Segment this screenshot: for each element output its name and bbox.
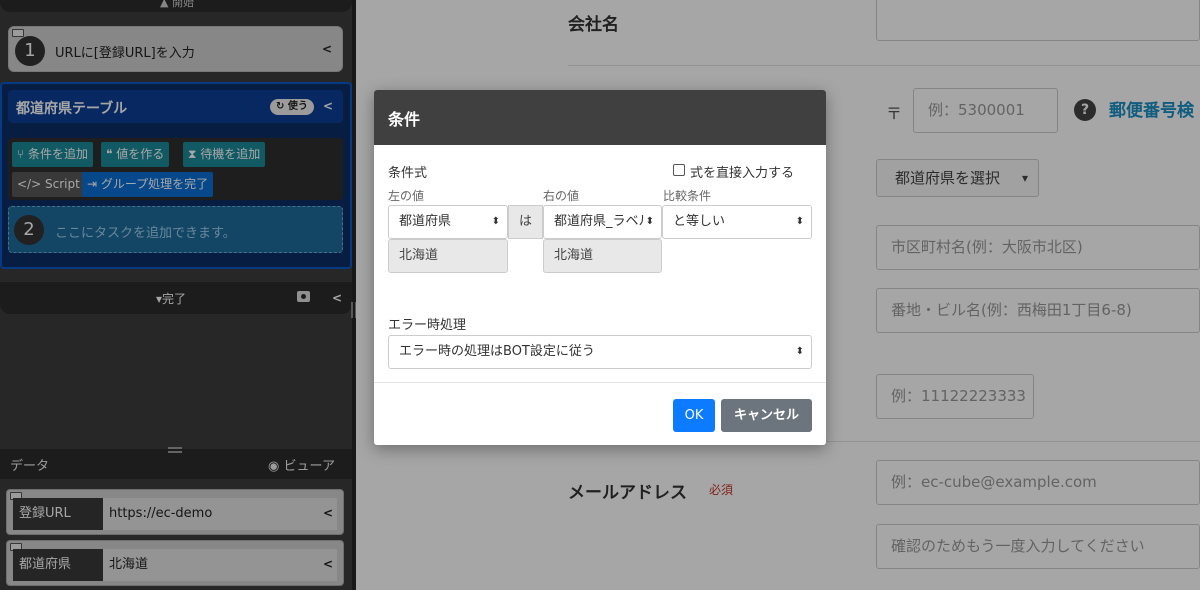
expression-label: 条件式	[388, 166, 428, 181]
is-label: は	[508, 205, 543, 239]
keyboard-icon	[12, 29, 24, 37]
data-row[interactable]: 都道府県 北海道 <	[6, 540, 344, 586]
add-wait-button[interactable]: ⧗ 待機を追加	[183, 142, 266, 167]
sort-arrows-icon: ⬍	[795, 346, 804, 357]
task-number: 2	[14, 215, 44, 245]
right-value-label: 右の値	[543, 189, 580, 203]
data-row-name: 都道府県	[13, 549, 103, 581]
hourglass-icon: ⧗	[188, 147, 197, 161]
compare-select[interactable]: と等しい ⬍	[662, 205, 812, 239]
task-number: 1	[15, 36, 45, 66]
phone-input[interactable]: 例：11122223333	[876, 374, 1034, 419]
done-label: ▾完了	[156, 292, 187, 306]
data-row[interactable]: 登録URL https://ec-demo <	[6, 489, 344, 535]
compare-label: 比較条件	[663, 189, 712, 203]
city-input[interactable]: 市区町村名(例：大阪市北区)	[876, 225, 1200, 270]
company-input[interactable]	[876, 0, 1200, 41]
ok-button[interactable]: OK	[673, 399, 715, 432]
error-handling-label: エラー時処理	[388, 318, 467, 333]
right-value-preview: 北海道	[543, 239, 662, 273]
chevron-left-icon[interactable]: <	[323, 99, 333, 113]
start-label: ▲ 開始	[160, 0, 194, 9]
resize-handle-icon[interactable]	[168, 447, 182, 453]
zip-mark: 〒	[886, 104, 903, 123]
dialog-header: 条件	[374, 90, 826, 145]
task-enter-url[interactable]: 1 URLに[登録URL]を入力 <	[8, 26, 343, 72]
group-title: 都道府県テーブル	[16, 101, 128, 117]
quote-icon: ❝	[106, 147, 113, 161]
sort-arrows-icon: ⬍	[491, 216, 500, 227]
help-icon[interactable]: ?	[1074, 99, 1096, 121]
sort-arrows-icon: ⬍	[643, 206, 654, 238]
branch-icon: ⑂	[17, 147, 25, 161]
task-label: URLに[登録URL]を入力	[55, 46, 195, 61]
use-badge[interactable]: ↻ 使う	[270, 99, 314, 115]
left-value-preview: 北海道	[388, 239, 508, 273]
right-value-select[interactable]: 都道府県_ラベル ⬍	[543, 205, 662, 239]
data-panel-title: データ	[10, 459, 50, 474]
chevron-left-icon[interactable]: <	[323, 506, 333, 520]
direct-input-checkbox[interactable]	[673, 164, 685, 176]
cancel-button[interactable]: キャンセル	[721, 399, 812, 432]
company-label: 会社名	[568, 15, 619, 35]
direct-input-label[interactable]: 式を直接入力する	[690, 162, 794, 181]
email-input[interactable]: 例：ec-cube@example.com	[876, 460, 1200, 505]
dropzone-label: ここにタスクを追加できます。	[55, 226, 236, 241]
email-confirm-input[interactable]: 確認のためもう一度入力してください	[876, 524, 1200, 569]
prefecture-select[interactable]: 都道府県を選択 ▾	[876, 159, 1039, 197]
error-handling-select[interactable]: エラー時の処理はBOT設定に従う ⬍	[388, 335, 812, 369]
email-label: メールアドレス	[568, 483, 687, 503]
condition-dialog: 条件 条件式 式を直接入力する 左の値 右の値 比較条件 都道府県 ⬍ は 都道府…	[374, 90, 826, 445]
chevron-left-icon[interactable]: <	[332, 291, 342, 305]
divider	[568, 65, 1200, 66]
task-dropzone[interactable]: 2 ここにタスクを追加できます。	[8, 206, 343, 253]
data-row-value[interactable]: 北海道	[103, 549, 337, 581]
start-bar[interactable]: ▲ 開始	[0, 0, 352, 12]
group-header[interactable]: 都道府県テーブル ↻ 使う <	[8, 90, 343, 123]
done-bar[interactable]: ▾完了 <	[0, 282, 352, 314]
task-group: 都道府県テーブル ↻ 使う < ⑂ 条件を追加 ❝ 値を作る ⧗ 待機を追加 <…	[0, 82, 352, 269]
group-action-buttons: ⑂ 条件を追加 ❝ 値を作る ⧗ 待機を追加 </> Script ⇥ グループ…	[8, 138, 343, 200]
chevron-left-icon[interactable]: <	[323, 557, 333, 571]
add-condition-button[interactable]: ⑂ 条件を追加	[12, 142, 94, 167]
required-badge: 必須	[709, 483, 734, 497]
data-row-name: 登録URL	[13, 498, 103, 530]
workflow-panel: ▲ 開始 1 URLに[登録URL]を入力 < 都道府県テーブル ↻ 使う < …	[0, 0, 352, 590]
chevron-down-icon: ▾	[1021, 171, 1028, 185]
data-panel-header: データ ◉ ビューア	[0, 447, 352, 479]
sort-arrows-icon: ⬍	[795, 216, 804, 227]
zip-lookup-link[interactable]: 郵便番号検	[1109, 96, 1194, 121]
make-value-button[interactable]: ❝ 値を作る	[101, 142, 170, 167]
zip-input[interactable]: 例：5300001	[913, 88, 1058, 133]
eye-icon: ◉	[268, 459, 280, 474]
viewer-button[interactable]: ◉ ビューア	[268, 455, 335, 474]
code-icon: </>	[17, 177, 42, 191]
left-value-select[interactable]: 都道府県 ⬍	[388, 205, 508, 239]
chevron-left-icon[interactable]: <	[322, 42, 332, 56]
address-input[interactable]: 番地・ビル名(例：西梅田1丁目6-8)	[876, 288, 1200, 333]
finish-group-button[interactable]: ⇥ グループ処理を完了	[82, 172, 214, 197]
dialog-title: 条件	[388, 110, 421, 129]
dialog-footer: OK キャンセル	[374, 382, 826, 445]
camera-icon[interactable]	[297, 291, 310, 302]
left-value-label: 左の値	[388, 189, 425, 203]
exit-icon: ⇥	[87, 177, 98, 191]
script-button[interactable]: </> Script	[12, 172, 85, 197]
data-row-value[interactable]: https://ec-demo	[103, 498, 337, 530]
